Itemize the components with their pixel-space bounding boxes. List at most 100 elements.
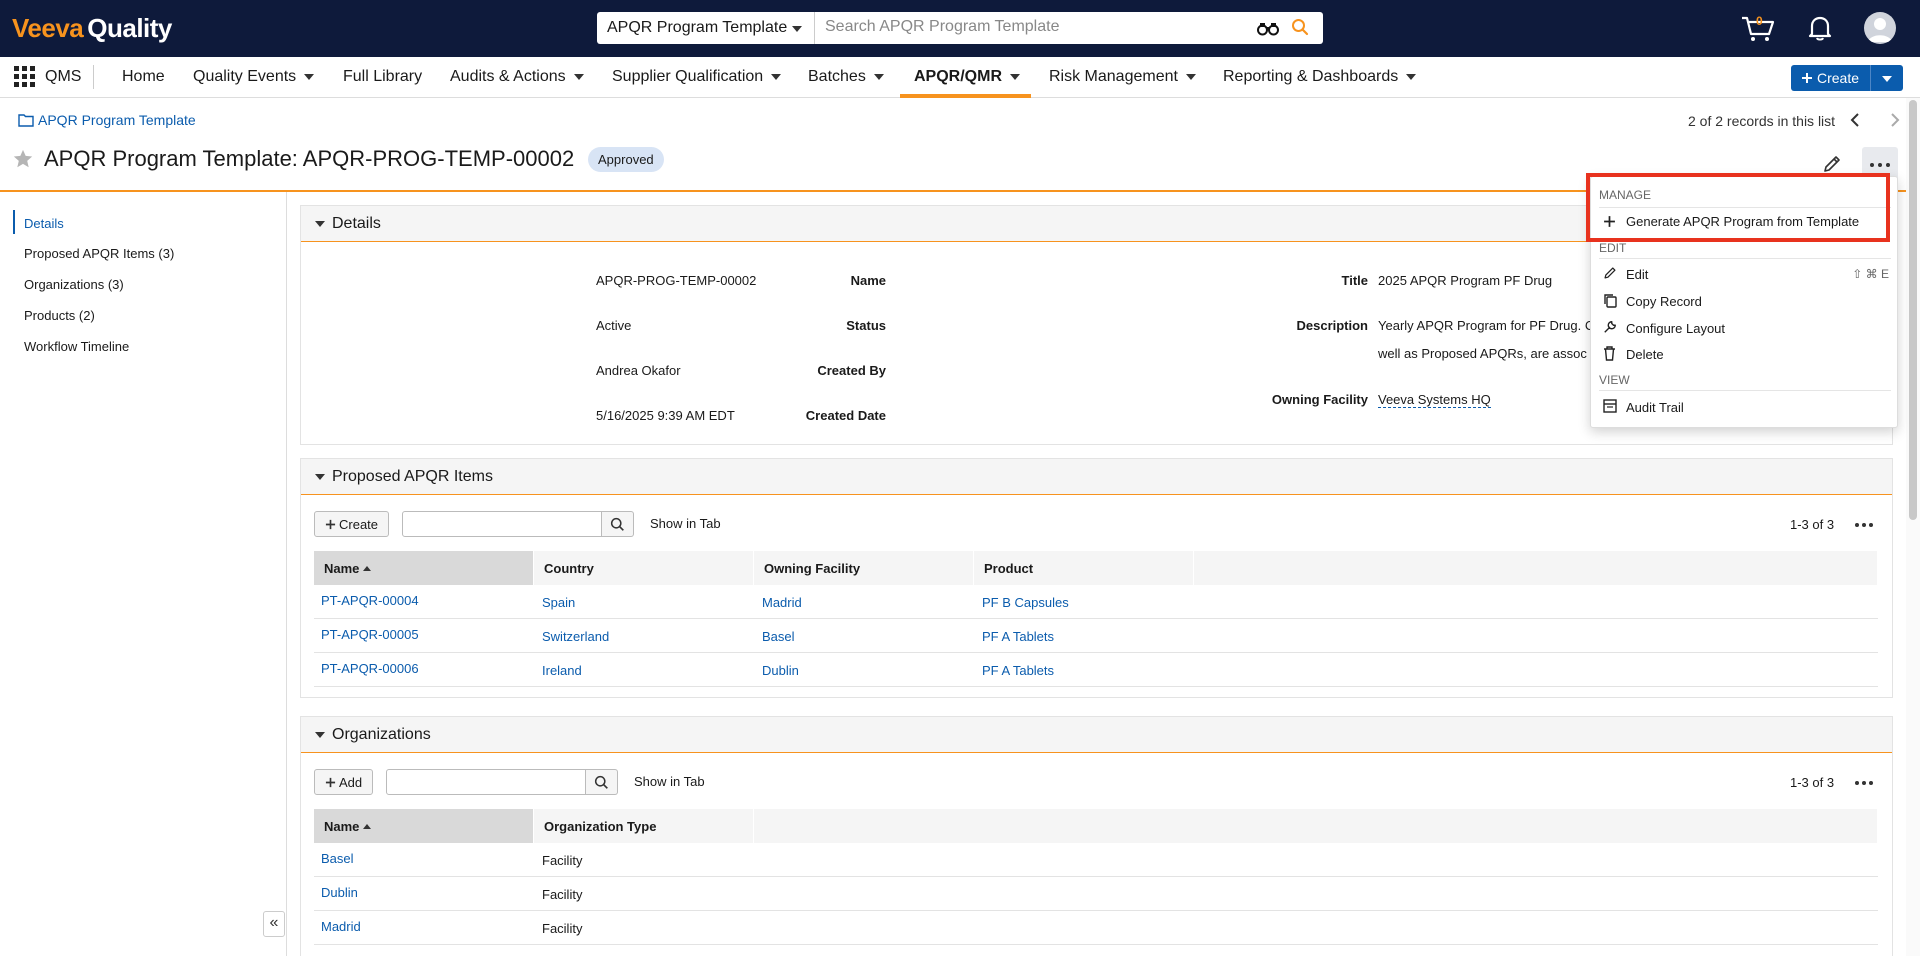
row-name-link[interactable]: Madrid <box>321 919 361 934</box>
row-country-link[interactable]: Spain <box>542 595 575 610</box>
column-header-filler <box>1194 551 1878 585</box>
app-grid-icon[interactable] <box>14 66 36 91</box>
section-link-proposed-apqr-items[interactable]: Proposed APQR Items (3) <box>24 246 174 261</box>
cart-count-badge: 0 <box>1756 14 1763 28</box>
nav-supplier-qualification[interactable]: Supplier Qualification <box>612 68 782 86</box>
notifications-bell-icon[interactable] <box>1808 14 1832 45</box>
field-label-status: Status <box>846 318 886 333</box>
column-header-organization-type[interactable]: Organization Type <box>534 809 754 843</box>
proposed-section-header[interactable]: Proposed APQR Items <box>301 459 1892 495</box>
record-count: 1-3 of 3 <box>1790 775 1835 790</box>
breadcrumb[interactable]: APQR Program Template <box>18 112 196 128</box>
menu-item-delete[interactable]: Delete <box>1626 347 1664 362</box>
button-divider <box>1870 65 1871 91</box>
column-header-owning-facility[interactable]: Owning Facility <box>754 551 974 585</box>
status-badge: Approved <box>588 147 664 172</box>
menu-item-copy-record[interactable]: Copy Record <box>1626 294 1702 309</box>
row-name-link[interactable]: PT-APQR-00004 <box>321 593 419 608</box>
record-title: APQR Program Template: APQR-PROG-TEMP-00… <box>44 146 575 171</box>
favorite-star-icon[interactable] <box>12 148 34 173</box>
menu-group-edit: EDIT <box>1599 241 1627 255</box>
row-org-type: Facility <box>542 853 583 868</box>
row-product-link[interactable]: PF B Capsules <box>982 595 1069 610</box>
field-value-created-date: 5/16/2025 9:39 AM EDT <box>596 408 735 423</box>
sort-ascending-icon <box>363 566 372 571</box>
search-icon <box>610 517 624 531</box>
menu-item-audit-trail[interactable]: Audit Trail <box>1626 400 1684 415</box>
row-country-link[interactable]: Switzerland <box>542 629 609 644</box>
column-header-name[interactable]: Name <box>314 809 534 843</box>
section-link-organizations[interactable]: Organizations (3) <box>24 277 124 292</box>
nav-reporting-dashboards[interactable]: Reporting & Dashboards <box>1223 68 1417 86</box>
object-type-select[interactable]: APQR Program Template <box>597 12 815 44</box>
nav-audits-actions[interactable]: Audits & Actions <box>450 68 584 86</box>
organizations-section-header[interactable]: Organizations <box>301 717 1892 753</box>
veeva-quality-logo[interactable]: Veeva Quality <box>12 13 172 44</box>
field-value-owning-facility-link[interactable]: Veeva Systems HQ <box>1378 392 1491 408</box>
column-header-name[interactable]: Name <box>314 551 534 585</box>
menu-item-edit[interactable]: Edit <box>1626 267 1648 282</box>
section-link-details[interactable]: Details <box>24 216 64 231</box>
chevron-down-icon[interactable] <box>1882 76 1892 82</box>
plus-icon <box>325 777 336 788</box>
create-proposed-item-button[interactable]: Create <box>314 511 390 537</box>
binoculars-icon[interactable] <box>1257 20 1279 39</box>
active-section-indicator <box>13 210 15 234</box>
collapse-triangle-icon <box>315 221 325 227</box>
section-link-products[interactable]: Products (2) <box>24 308 95 323</box>
search-icon <box>594 775 608 789</box>
chevron-down-icon <box>1406 73 1417 80</box>
row-name-link[interactable]: Basel <box>321 851 354 866</box>
row-facility-link[interactable]: Dublin <box>762 663 799 678</box>
table-more-actions-icon[interactable] <box>1855 521 1875 529</box>
nav-quality-events[interactable]: Quality Events <box>193 68 315 86</box>
chevron-down-icon <box>1010 73 1020 80</box>
add-organization-button[interactable]: Add <box>314 769 374 795</box>
collapse-sidebar-button[interactable]: « <box>263 911 285 937</box>
row-facility-link[interactable]: Basel <box>762 629 795 644</box>
previous-record-icon[interactable] <box>1848 112 1862 131</box>
column-header-product[interactable]: Product <box>974 551 1194 585</box>
show-in-tab-link[interactable]: Show in Tab <box>650 516 721 531</box>
table-row: Basel Facility <box>314 843 1878 877</box>
column-header-country[interactable]: Country <box>534 551 754 585</box>
nav-apqr-qmr[interactable]: APQR/QMR <box>914 68 1020 86</box>
nav-batches[interactable]: Batches <box>808 68 884 86</box>
section-link-workflow-timeline[interactable]: Workflow Timeline <box>24 339 129 354</box>
sort-ascending-icon <box>363 824 372 829</box>
search-input[interactable] <box>825 12 1245 42</box>
app-name[interactable]: QMS <box>45 68 81 86</box>
nav-home[interactable]: Home <box>122 68 165 86</box>
table-row: PT-APQR-00005 Switzerland Basel PF A Tab… <box>314 619 1878 653</box>
row-name-link[interactable]: PT-APQR-00005 <box>321 627 419 642</box>
next-record-icon[interactable] <box>1888 112 1902 131</box>
page-scrollbar-thumb[interactable] <box>1909 100 1917 520</box>
row-name-link[interactable]: Dublin <box>321 885 358 900</box>
section-title: Proposed APQR Items <box>332 468 493 485</box>
row-product-link[interactable]: PF A Tablets <box>982 629 1054 644</box>
organizations-section: Organizations Add Show in Tab 1-3 of 3 N… <box>300 716 1893 956</box>
search-icon[interactable] <box>1291 18 1309 39</box>
row-name-link[interactable]: PT-APQR-00006 <box>321 661 419 676</box>
field-value-name: APQR-PROG-TEMP-00002 <box>596 273 757 288</box>
table-more-actions-icon[interactable] <box>1855 779 1875 787</box>
nav-full-library[interactable]: Full Library <box>343 68 422 86</box>
active-tab-indicator <box>900 94 1031 98</box>
row-facility-link[interactable]: Madrid <box>762 595 802 610</box>
proposed-search-button[interactable] <box>602 511 634 537</box>
organizations-search-input[interactable] <box>386 769 586 795</box>
menu-item-configure-layout[interactable]: Configure Layout <box>1626 321 1725 336</box>
global-create-button[interactable]: Create <box>1791 65 1903 91</box>
field-label-name: Name <box>850 273 886 288</box>
folder-icon <box>18 114 34 127</box>
wrench-icon <box>1603 320 1617 337</box>
proposed-search-input[interactable] <box>402 511 602 537</box>
nav-risk-management[interactable]: Risk Management <box>1049 68 1196 86</box>
row-product-link[interactable]: PF A Tablets <box>982 663 1054 678</box>
organizations-search-button[interactable] <box>586 769 618 795</box>
user-avatar[interactable] <box>1864 12 1896 44</box>
show-in-tab-link[interactable]: Show in Tab <box>634 774 705 789</box>
row-country-link[interactable]: Ireland <box>542 663 582 678</box>
breadcrumb-link[interactable]: APQR Program Template <box>38 112 196 128</box>
row-org-type: Facility <box>542 887 583 902</box>
